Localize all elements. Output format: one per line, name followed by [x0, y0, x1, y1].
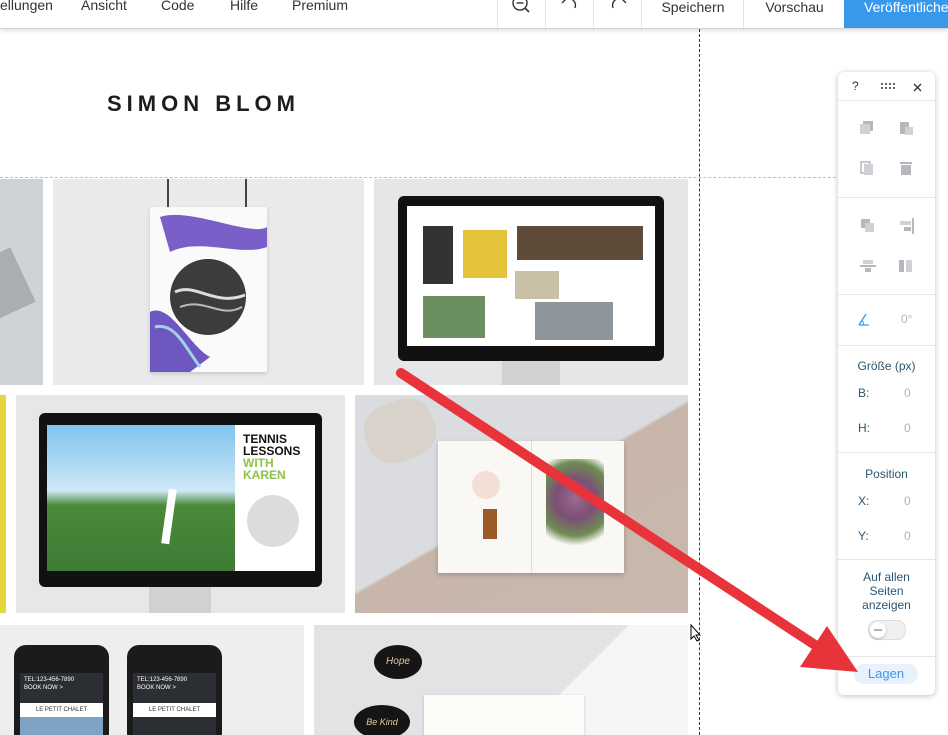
menu-premium[interactable]: Premium [292, 0, 348, 28]
paste-icon[interactable] [899, 121, 913, 135]
arrange-layers-icon[interactable] [860, 218, 876, 234]
menu-settings[interactable]: ellungen [0, 0, 53, 28]
delete-icon[interactable] [899, 161, 913, 175]
drag-handle-icon[interactable] [880, 83, 896, 89]
show-all-pages-label: Auf allen Seiten anzeigen [862, 570, 911, 612]
tennis-sidebar: TENNIS LESSONS WITH KAREN [235, 425, 315, 571]
x-input[interactable]: 0 [904, 494, 911, 508]
copy-icon[interactable] [860, 121, 874, 135]
gallery-item-desk[interactable] [0, 179, 43, 385]
x-label: X: [858, 494, 870, 508]
edit-actions-group [838, 101, 935, 198]
open-book [438, 441, 624, 573]
position-group: Position X: 0 Y: 0 [838, 453, 935, 560]
match-size-icon[interactable] [898, 258, 914, 274]
publish-button[interactable]: Veröffentlichen [844, 0, 948, 28]
coach-photo [247, 495, 299, 547]
rotate-angle-icon [858, 313, 869, 326]
editor-canvas[interactable]: SIMON BLOM TENNIS LESSONS WITH KAREN TEL… [0, 29, 948, 735]
gallery-item-phones[interactable]: TEL:123-456-7890 BOOK NOW > LE PETIT CHA… [0, 625, 304, 735]
rotation-group: 0° [838, 295, 935, 346]
redo-icon [611, 0, 627, 9]
site-title[interactable]: SIMON BLOM [107, 91, 300, 117]
menu-help[interactable]: Hilfe [230, 0, 258, 28]
rotation-value[interactable]: 0° [901, 312, 912, 326]
width-label: B: [858, 386, 870, 400]
monitor [398, 196, 664, 361]
layers-button[interactable]: Lagen [854, 664, 918, 684]
width-input[interactable]: 0 [904, 386, 911, 400]
menu-view[interactable]: Ansicht [81, 0, 127, 28]
poster-art [150, 214, 267, 372]
show-all-pages-toggle[interactable] [868, 620, 906, 640]
redo-button[interactable] [593, 0, 642, 28]
size-group: Größe (px) B: 0 H: 0 [838, 346, 935, 453]
align-icon[interactable] [898, 218, 914, 234]
stone-kind: Be Kind [354, 705, 410, 735]
desk-object [0, 247, 36, 321]
phone-right: TEL:123-456-7890 BOOK NOW > LE PETIT CHA… [127, 645, 222, 735]
position-title: Position [865, 467, 908, 481]
y-input[interactable]: 0 [904, 529, 911, 543]
close-icon[interactable] [913, 83, 922, 92]
panel-header: ? [838, 72, 935, 101]
duplicate-icon[interactable] [860, 161, 874, 175]
tennis-title: TENNIS LESSONS WITH KAREN [243, 432, 301, 482]
menu-code[interactable]: Code [161, 0, 194, 28]
zoom-button[interactable] [497, 0, 546, 28]
monitor-screen [407, 206, 655, 346]
editor-top-bar: ellungen Ansicht Code Hilfe Premium Spei… [0, 0, 948, 29]
undo-icon [561, 0, 577, 9]
stone-hope: Hope [374, 645, 422, 679]
tennis-monitor-stand [149, 587, 211, 613]
tools-panel: ? 0° Größe (px) B: 0 H: 0 Position X: 0 … [838, 72, 935, 695]
paper-booklet [424, 695, 584, 735]
gallery-item-yellow[interactable] [0, 395, 6, 613]
gallery-item-monitor-portfolio[interactable] [374, 179, 688, 385]
gallery-item-poster[interactable] [53, 179, 364, 385]
save-button[interactable]: Speichern [641, 0, 744, 28]
gallery-item-stones[interactable]: Hope Be Kind [314, 625, 688, 735]
y-label: Y: [858, 529, 869, 543]
help-button[interactable]: ? [852, 79, 859, 93]
poster-hanger-right [245, 179, 247, 207]
height-label: H: [858, 421, 870, 435]
phone-left: TEL:123-456-7890 BOOK NOW > LE PETIT CHA… [14, 645, 109, 735]
preview-button[interactable]: Vorschau [743, 0, 845, 28]
poster-hanger-left [167, 179, 169, 207]
show-all-pages-group: Auf allen Seiten anzeigen [838, 560, 935, 657]
distribute-icon[interactable] [860, 258, 876, 274]
zoom-out-icon [512, 0, 530, 13]
poster [150, 207, 267, 372]
size-title: Größe (px) [857, 359, 916, 373]
horizontal-guide [0, 177, 836, 178]
mouse-cursor-icon [690, 624, 702, 642]
gallery-item-tennis[interactable]: TENNIS LESSONS WITH KAREN [16, 395, 345, 613]
undo-button[interactable] [545, 0, 594, 28]
tennis-photo [47, 425, 235, 571]
tennis-monitor: TENNIS LESSONS WITH KAREN [39, 413, 322, 587]
arrange-group [838, 198, 935, 295]
monitor-stand [502, 361, 560, 385]
height-input[interactable]: 0 [904, 421, 911, 435]
gallery-item-book[interactable] [355, 395, 688, 613]
